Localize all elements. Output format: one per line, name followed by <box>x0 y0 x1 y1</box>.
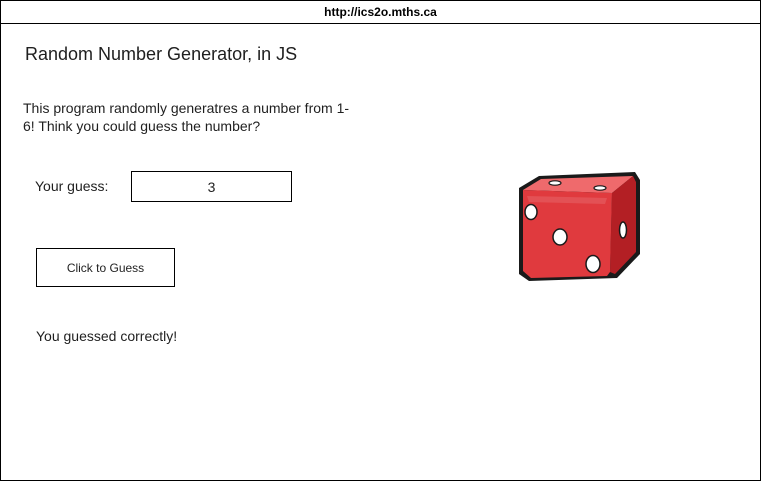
page-description: This program randomly generatres a numbe… <box>23 100 350 134</box>
dice-pip <box>618 221 628 239</box>
dice-pip <box>593 185 607 191</box>
dice-pip <box>524 203 538 221</box>
result-message: You guessed correctly! <box>36 328 178 344</box>
guess-label: Your guess: <box>35 178 109 194</box>
dice-pip <box>585 254 601 274</box>
browser-window: http://ics2o.mths.ca Random Number Gener… <box>0 0 761 481</box>
guess-input[interactable] <box>131 171 292 202</box>
dice-pip <box>548 180 562 186</box>
address-bar[interactable]: http://ics2o.mths.ca <box>1 1 760 24</box>
dice-icon <box>519 172 640 281</box>
page-title: Random Number Generator, in JS <box>25 44 298 64</box>
dice-pip <box>552 228 568 246</box>
url-text: http://ics2o.mths.ca <box>324 5 437 19</box>
guess-button[interactable]: Click to Guess <box>36 248 175 287</box>
